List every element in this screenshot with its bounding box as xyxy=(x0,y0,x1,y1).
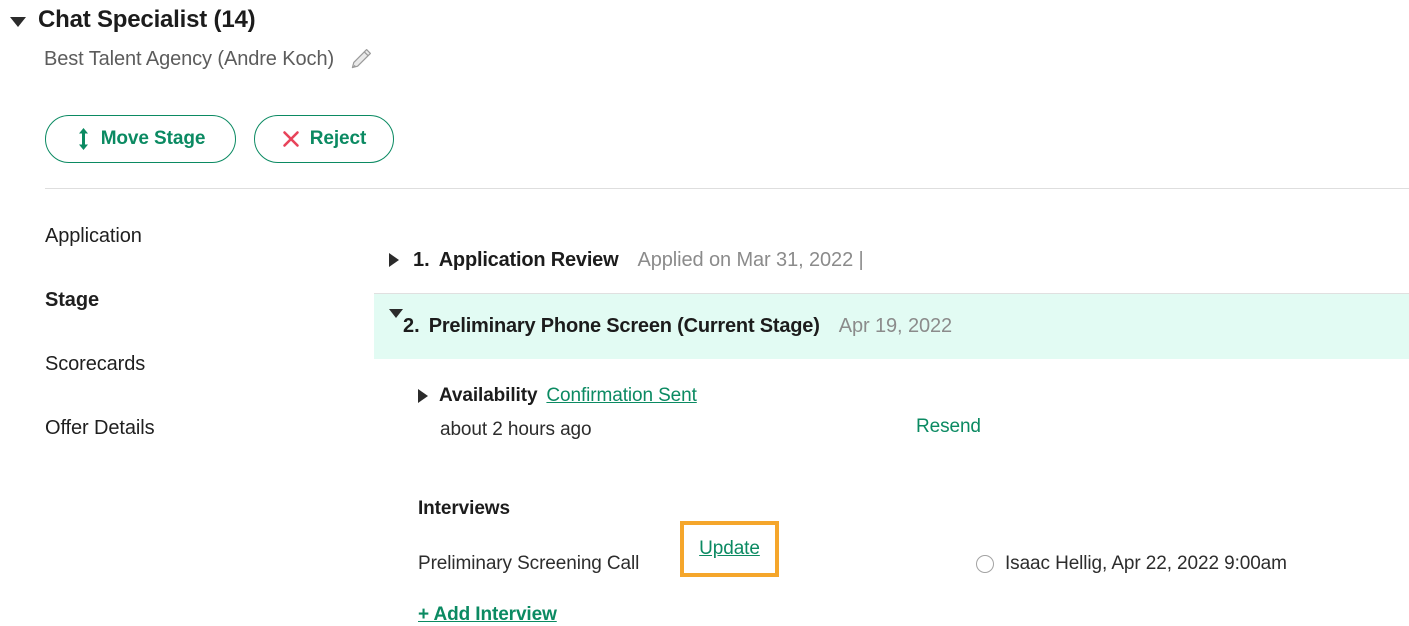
interviewer-info: Isaac Hellig, Apr 22, 2022 9:00am xyxy=(976,546,1287,582)
update-highlight-box: Update xyxy=(680,521,779,577)
header-divider xyxy=(45,188,1409,189)
caret-down-icon-stage[interactable] xyxy=(389,308,403,336)
add-interview-link[interactable]: + Add Interview xyxy=(418,604,557,626)
availability-label: Availability xyxy=(439,385,538,406)
availability-section: Availability Confirmation Sent about 2 h… xyxy=(418,384,1378,441)
agency-subtitle-row: Best Talent Agency (Andre Koch) xyxy=(44,46,374,72)
update-link[interactable]: Update xyxy=(699,538,760,560)
interview-name: Preliminary Screening Call xyxy=(418,553,640,574)
caret-down-icon[interactable] xyxy=(10,17,26,27)
stage-number: 1. xyxy=(413,248,430,271)
nav-item-scorecards[interactable]: Scorecards xyxy=(45,354,345,374)
interviewer-radio[interactable] xyxy=(976,555,994,573)
page-title-row: Chat Specialist (14) xyxy=(10,6,256,33)
stage-row-application-review[interactable]: 1. Application Review Applied on Mar 31,… xyxy=(0,236,1409,284)
interviews-section: Interviews Preliminary Screening Call Up… xyxy=(418,498,1398,626)
action-buttons: Move Stage Reject xyxy=(45,115,394,163)
reject-button[interactable]: Reject xyxy=(254,115,394,163)
resend-link[interactable]: Resend xyxy=(916,416,981,438)
stage-date: Applied on Mar 31, 2022 | xyxy=(637,248,864,271)
availability-meta: about 2 hours ago xyxy=(418,419,1378,441)
stage-list: 1. Application Review Applied on Mar 31,… xyxy=(0,236,1409,359)
nav-item-offer-details[interactable]: Offer Details xyxy=(45,418,345,438)
stage-date: Apr 19, 2022 xyxy=(838,315,953,337)
page-title: Chat Specialist (14) xyxy=(38,6,256,33)
move-stage-button[interactable]: Move Stage xyxy=(45,115,236,163)
availability-status-link[interactable]: Confirmation Sent xyxy=(546,385,696,407)
stage-number: 2. xyxy=(403,315,420,337)
availability-header: Availability Confirmation Sent xyxy=(418,384,1378,408)
availability-timestamp: about 2 hours ago xyxy=(440,419,592,440)
interviews-heading: Interviews xyxy=(418,498,510,519)
caret-right-icon-availability[interactable] xyxy=(418,389,428,403)
interview-row: Preliminary Screening Call Update Isaac … xyxy=(418,521,1398,582)
close-x-icon xyxy=(282,130,300,148)
interviewer-name-date: Isaac Hellig, Apr 22, 2022 9:00am xyxy=(1005,553,1287,574)
agency-name: Best Talent Agency (Andre Koch) xyxy=(44,47,335,70)
move-stage-label: Move Stage xyxy=(100,128,206,149)
stage-name: Application Review xyxy=(438,248,619,271)
stage-row-preliminary-phone-screen[interactable]: 2. Preliminary Phone Screen (Current Sta… xyxy=(374,293,1409,359)
nav-item-stage[interactable]: Stage xyxy=(45,290,345,310)
reject-label: Reject xyxy=(309,128,367,149)
caret-right-icon[interactable] xyxy=(389,253,399,267)
stage-name: Preliminary Phone Screen (Current Stage) xyxy=(428,315,820,337)
pencil-icon[interactable] xyxy=(348,46,374,72)
up-down-arrow-icon xyxy=(76,127,91,151)
